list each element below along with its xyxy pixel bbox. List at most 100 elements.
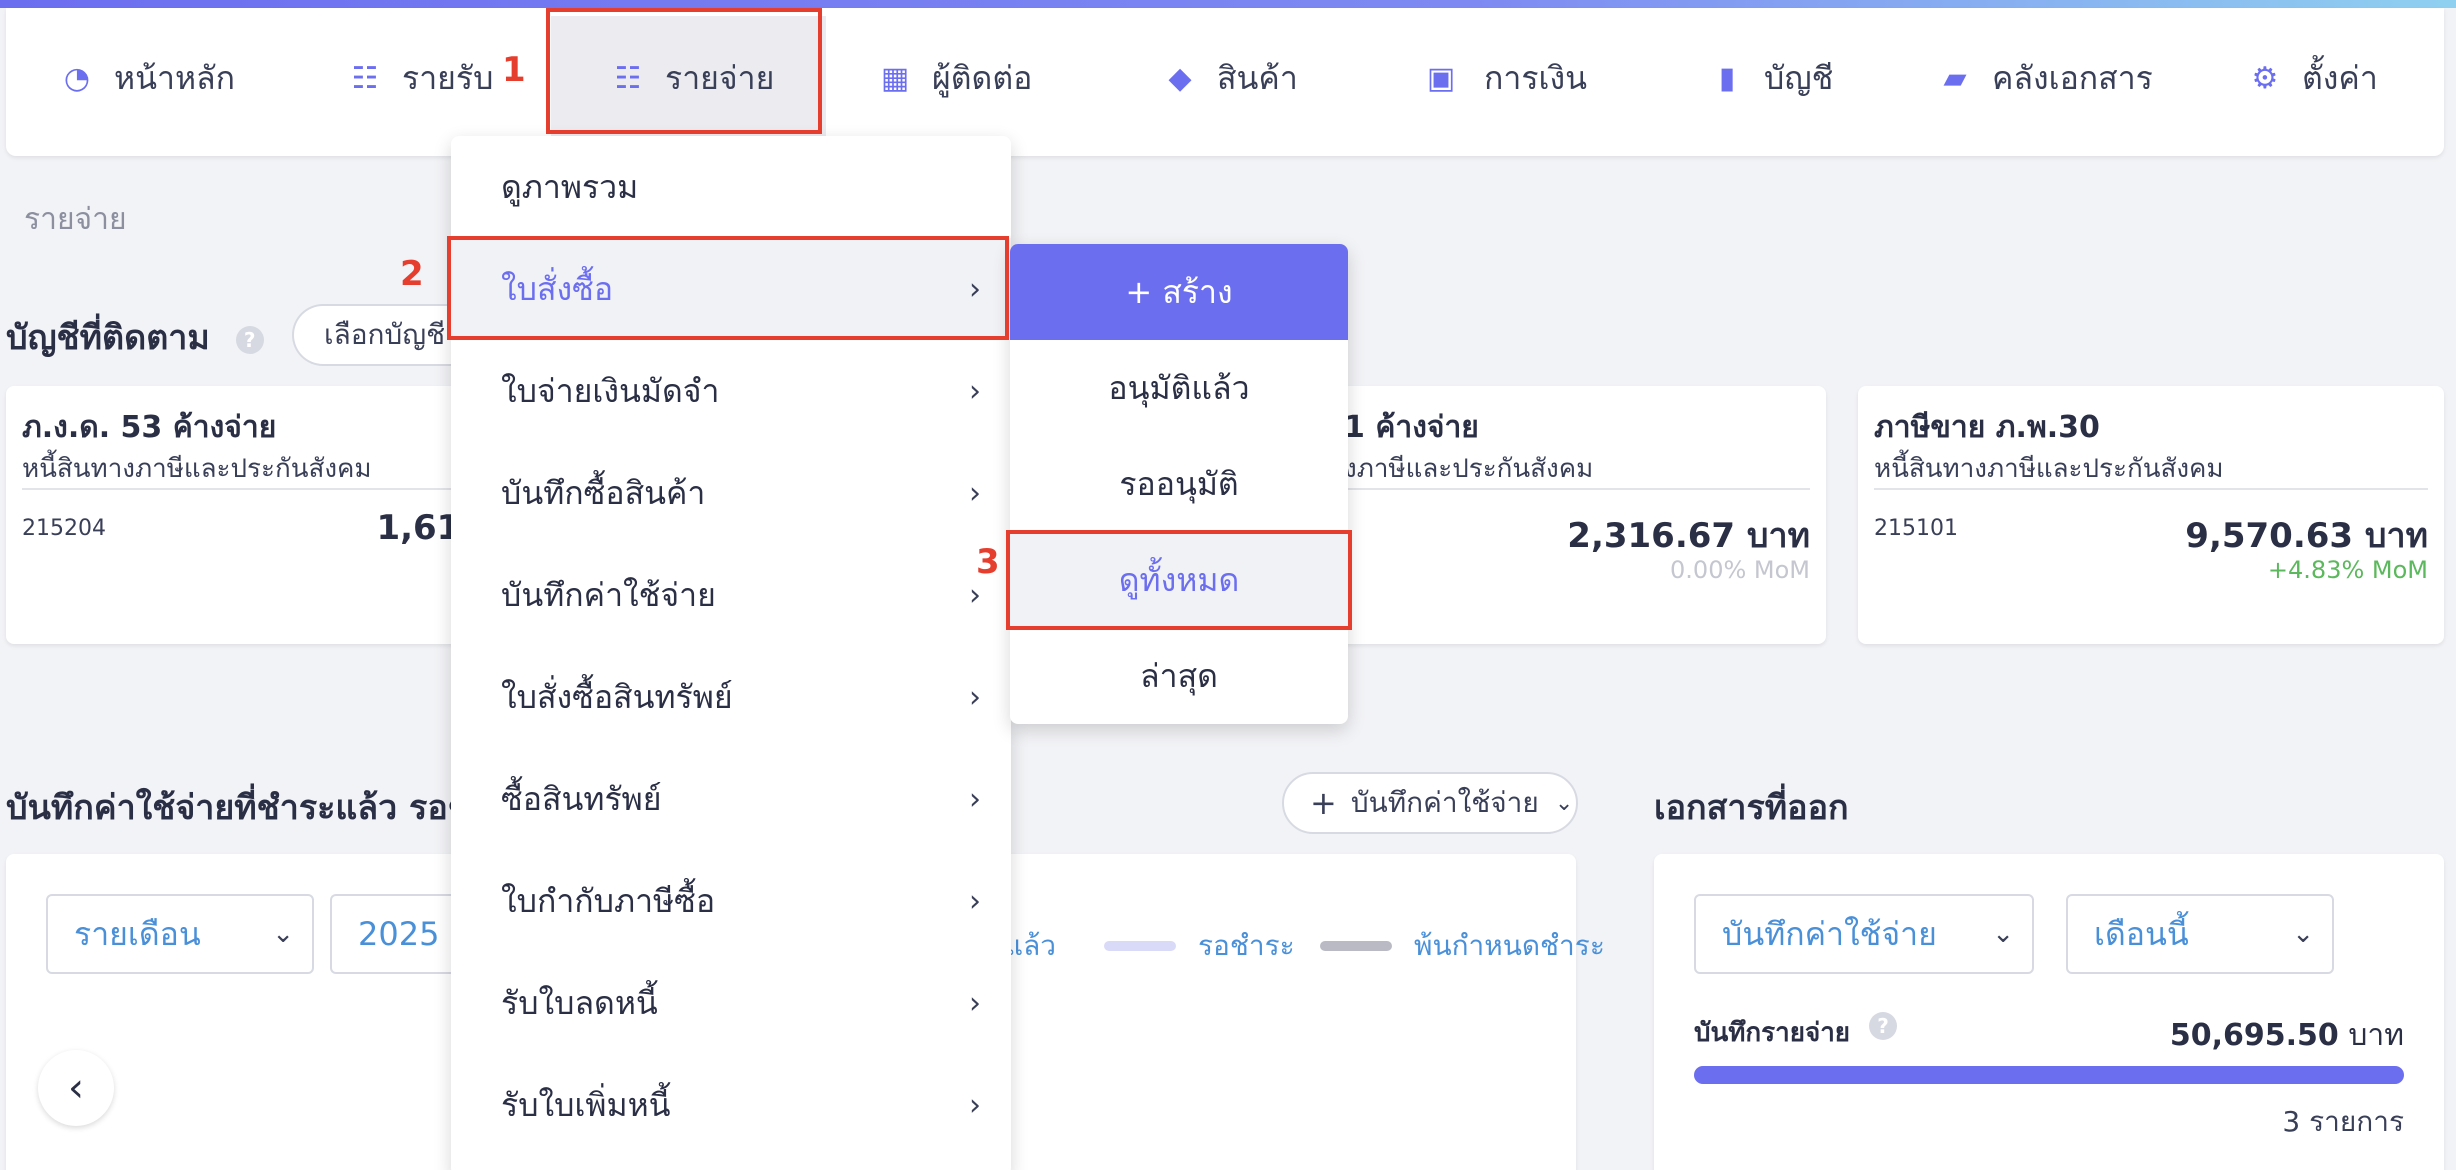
divider: [1330, 488, 1810, 490]
menu-item-label: รับใบเพิ่มหนี้: [501, 1085, 671, 1124]
plus-icon: +: [1310, 784, 1337, 822]
nav-label: ตั้งค่า: [2302, 58, 2378, 97]
nav-item-settings[interactable]: ⚙ ตั้งค่า: [2246, 16, 2378, 140]
income-icon: ☷: [351, 60, 379, 96]
nav-label: บัญชี: [1764, 58, 1834, 97]
top-accent-line: [0, 0, 2456, 8]
chevron-right-icon: ›: [969, 883, 981, 919]
menu-item-overview[interactable]: ดูภาพรวม: [451, 136, 1011, 238]
record-amount-unit: บาท: [2348, 1018, 2404, 1053]
annotation-step-1: 1: [502, 50, 526, 90]
nav-item-contacts[interactable]: ▦ ผู้ติดต่อ: [876, 16, 1033, 140]
menu-item-purchase-record[interactable]: บันทึกซื้อสินค้า ›: [451, 442, 1011, 544]
card-subtitle: งภาษีและประกันสังคม: [1344, 454, 1594, 484]
document-period-value: เดือนนี้: [2094, 914, 2189, 953]
record-progress-track: [1694, 1066, 2404, 1084]
legend-label: พ้นกำหนดชำระ: [1414, 929, 1605, 962]
add-expense-label: บันทึกค่าใช้จ่าย: [1350, 786, 1539, 819]
submenu-item-pending-approval[interactable]: รออนุมัติ: [1010, 436, 1348, 532]
nav-item-finance[interactable]: ▣ การเงิน: [1416, 16, 1587, 140]
chevron-left-icon[interactable]: ‹: [38, 1050, 114, 1126]
menu-item-receive-debit-note[interactable]: รับใบเพิ่มหนี้ ›: [451, 1054, 1011, 1156]
menu-item-label: ใบสั่งซื้อสินทรัพย์: [501, 677, 733, 716]
tracked-accounts-title: บัญชีที่ติดตาม ?: [6, 310, 264, 364]
record-label: บันทึกรายจ่าย ?: [1694, 1012, 1898, 1053]
card-mom: +4.83% MoM: [2267, 556, 2428, 584]
dashboard-icon: ◔: [63, 60, 91, 96]
nav-item-home[interactable]: ◔ หน้าหลัก: [58, 16, 235, 140]
nav-item-products[interactable]: ◆ สินค้า: [1161, 16, 1298, 140]
legend-pending: รอชำระ: [1104, 924, 1295, 968]
nav-label: ผู้ติดต่อ: [932, 58, 1033, 97]
card-title: 1 ค้างจ่าย: [1344, 410, 1479, 445]
card-amount: 2,316.67 บาท: [1567, 516, 1810, 556]
record-progress-fill: [1694, 1066, 2404, 1084]
card-title: ภ.ง.ด. 53 ค้างจ่าย: [22, 410, 277, 445]
box-icon: ◆: [1168, 60, 1192, 96]
money-icon: ▣: [1426, 60, 1456, 96]
menu-item-asset-purchase[interactable]: ซื้อสินทรัพย์ ›: [451, 748, 1011, 850]
card-mom: 0.00% MoM: [1670, 556, 1810, 584]
nav-item-accounting[interactable]: ▮ บัญชี: [1708, 16, 1834, 140]
chevron-right-icon: ›: [969, 373, 981, 409]
annotation-box-1: [546, 8, 822, 134]
annotation-box-3: [1006, 530, 1352, 630]
period-select[interactable]: รายเดือน ⌄: [46, 894, 314, 974]
help-icon[interactable]: ?: [235, 325, 264, 354]
menu-item-label: รับใบลดหนี้: [501, 983, 658, 1022]
nav-label: การเงิน: [1484, 58, 1587, 97]
chevron-right-icon: ›: [969, 577, 981, 613]
document-type-select[interactable]: บันทึกค่าใช้จ่าย ⌄: [1694, 894, 2034, 974]
menu-item-label: ซื้อสินทรัพย์: [501, 779, 662, 818]
menu-item-deposit-payment[interactable]: ใบจ่ายเงินมัดจำ ›: [451, 340, 1011, 442]
folder-icon: ▰: [1943, 60, 1967, 96]
purchase-order-submenu: + สร้าง อนุมัติแล้ว รออนุมัติ ดูทั้งหมด …: [1010, 244, 1348, 724]
tracked-accounts-title-text: บัญชีที่ติดตาม: [6, 318, 210, 358]
nav-label: สินค้า: [1217, 58, 1298, 97]
legend-overdue: พ้นกำหนดชำระ: [1320, 924, 1605, 968]
menu-item-receive-credit-note[interactable]: รับใบลดหนี้ ›: [451, 952, 1011, 1054]
ledger-icon: ▮: [1718, 60, 1736, 96]
year-select[interactable]: 2025: [330, 894, 460, 974]
annotation-step-2: 2: [400, 254, 424, 294]
nav-item-documents[interactable]: ▰ คลังเอกสาร: [1936, 16, 2152, 140]
annotation-box-2: [447, 236, 1009, 340]
tracked-card-1[interactable]: ภ.ง.ด. 53 ค้างจ่าย หนี้สินทางภาษีและประก…: [6, 386, 476, 644]
card-amount: 9,570.63 บาท: [2185, 516, 2428, 556]
expenses-section-title: บันทึกค่าใช้จ่ายที่ชำระแล้ว รอชำ: [6, 788, 490, 828]
chevron-right-icon: ›: [969, 679, 981, 715]
tracked-card-2[interactable]: 1 ค้างจ่าย งภาษีและประกันสังคม 2,316.67 …: [1330, 386, 1826, 644]
submenu-item-latest[interactable]: ล่าสุด: [1010, 628, 1348, 724]
menu-item-label: บันทึกค่าใช้จ่าย: [501, 575, 716, 614]
card-subtitle: หนี้สินทางภาษีและประกันสังคม: [22, 454, 372, 484]
nav-label: รายรับ: [402, 58, 494, 97]
create-button[interactable]: + สร้าง: [1010, 244, 1348, 340]
chevron-down-icon: ⌄: [2292, 919, 2314, 949]
select-account-label: เลือกบัญชี: [324, 318, 446, 351]
menu-item-label: ดูภาพรวม: [501, 167, 639, 206]
add-expense-dropdown-button[interactable]: + บันทึกค่าใช้จ่าย ⌄: [1282, 772, 1578, 834]
chevron-down-icon: ⌄: [1554, 790, 1574, 816]
chevron-right-icon: ›: [969, 475, 981, 511]
divider: [22, 488, 460, 490]
menu-item-purchase-tax-invoice[interactable]: ใบกำกับภาษีซื้อ ›: [451, 850, 1011, 952]
document-period-select[interactable]: เดือนนี้ ⌄: [2066, 894, 2334, 974]
contacts-icon: ▦: [880, 60, 910, 96]
chevron-right-icon: ›: [969, 781, 981, 817]
card-subtitle: หนี้สินทางภาษีและประกันสังคม: [1874, 454, 2224, 484]
breadcrumb: รายจ่าย: [24, 202, 127, 237]
menu-item-expense-record[interactable]: บันทึกค่าใช้จ่าย ›: [451, 544, 1011, 646]
menu-item-label: บันทึกซื้อสินค้า: [501, 473, 706, 512]
submenu-item-approved[interactable]: อนุมัติแล้ว: [1010, 340, 1348, 436]
select-account-button[interactable]: เลือกบัญชี: [292, 304, 462, 366]
help-icon[interactable]: ?: [1869, 1012, 1898, 1040]
chevron-right-icon: ›: [969, 1087, 981, 1123]
menu-item-label: ใบจ่ายเงินมัดจำ: [501, 371, 720, 410]
nav-item-income[interactable]: ☷ รายรับ: [346, 16, 494, 140]
menu-item-asset-purchase-order[interactable]: ใบสั่งซื้อสินทรัพย์ ›: [451, 646, 1011, 748]
tracked-card-3[interactable]: ภาษีขาย ภ.พ.30 หนี้สินทางภาษีและประกันสั…: [1858, 386, 2444, 644]
legend-swatch: [1320, 941, 1392, 951]
record-amount-value: 50,695.50: [2169, 1018, 2339, 1053]
annotation-step-3: 3: [976, 542, 1000, 582]
record-count: 3 รายการ: [2282, 1105, 2404, 1138]
